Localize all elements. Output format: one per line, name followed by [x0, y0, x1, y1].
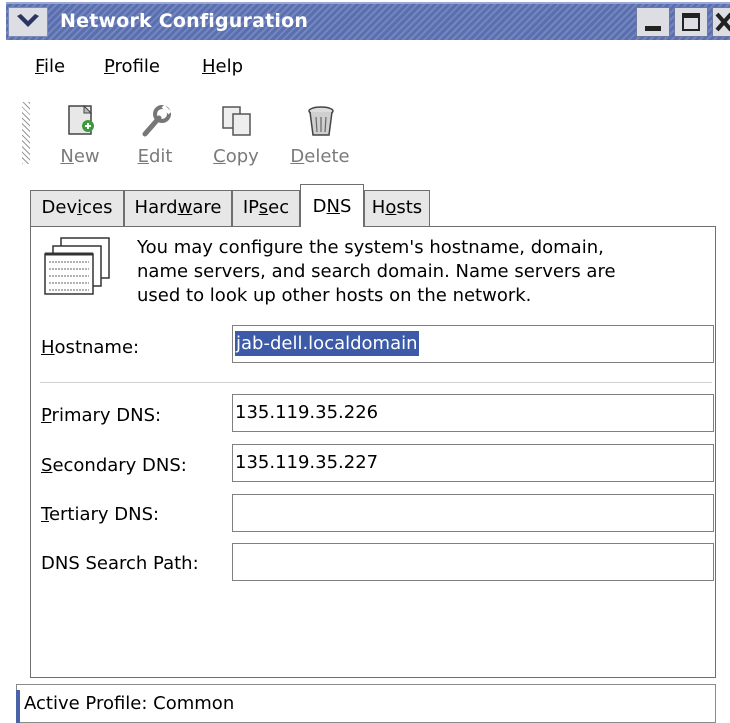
separator: [40, 382, 712, 384]
maximize-button[interactable]: [674, 7, 708, 37]
close-button[interactable]: [712, 7, 730, 37]
new-icon: [68, 104, 94, 135]
close-icon: [715, 12, 730, 32]
info-line: You may configure the system's hostname,…: [137, 237, 604, 258]
tab-hosts[interactable]: Hosts: [364, 190, 430, 226]
menu-help[interactable]: Help: [202, 56, 243, 77]
copy-button[interactable]: Copy: [203, 104, 269, 174]
tab-ipsec[interactable]: IPsec: [232, 190, 300, 226]
status-bar-edge: [16, 690, 20, 723]
info-line: name servers, and search domain. Name se…: [137, 261, 616, 282]
primary-dns-label: Primary DNS:: [41, 405, 162, 426]
edit-icon: [142, 104, 172, 137]
tertiary-dns-field[interactable]: [232, 494, 714, 532]
search-path-label: DNS Search Path:: [41, 553, 199, 574]
maximize-icon: [682, 13, 700, 31]
window-title: Network Configuration: [60, 10, 309, 32]
menu-profile[interactable]: Profile: [104, 56, 160, 77]
minimize-icon: [645, 26, 661, 31]
window-menu-button[interactable]: [8, 7, 48, 37]
dns-table-icon: [44, 237, 110, 295]
toolbar-grip[interactable]: [22, 102, 30, 164]
tab-hardware[interactable]: Hardware: [124, 190, 232, 226]
menu-file[interactable]: File: [35, 56, 65, 77]
hostname-label: Hostname:: [41, 337, 140, 358]
menu-bar: File Profile Help: [6, 46, 730, 86]
dns-info-text: You may configure the system's hostname,…: [137, 236, 616, 308]
secondary-dns-label: Secondary DNS:: [41, 455, 187, 476]
active-profile-status: Active Profile: Common: [24, 693, 235, 714]
tab-devices[interactable]: Devices: [30, 190, 124, 226]
hostname-value: jab-dell.localdomain: [235, 331, 419, 356]
new-button[interactable]: New: [47, 104, 113, 174]
delete-button[interactable]: Delete: [287, 104, 353, 174]
tertiary-dns-label: Tertiary DNS:: [41, 504, 160, 525]
chevron-down-icon: [17, 14, 39, 27]
hostname-field[interactable]: jab-dell.localdomain: [232, 325, 714, 363]
delete-icon: [308, 106, 334, 136]
toolbar: New Edit Copy Delete: [6, 92, 730, 172]
tab-dns[interactable]: DNS: [300, 184, 364, 227]
edit-button[interactable]: Edit: [122, 104, 188, 174]
network-configuration-window: Network Configuration File Profile Help: [0, 0, 730, 723]
secondary-dns-field[interactable]: 135.119.35.227: [232, 444, 714, 482]
info-line: used to look up other hosts on the netwo…: [137, 285, 532, 306]
primary-dns-field[interactable]: 135.119.35.226: [232, 394, 714, 432]
copy-icon: [222, 106, 251, 136]
title-bar[interactable]: Network Configuration: [6, 2, 730, 40]
search-path-field[interactable]: [232, 543, 714, 581]
minimize-button[interactable]: [636, 7, 670, 37]
